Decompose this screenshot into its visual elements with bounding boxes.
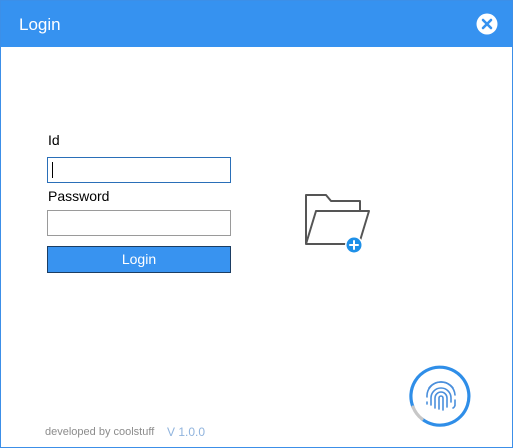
window-title: Login — [19, 15, 61, 34]
password-label: Password — [48, 188, 110, 204]
developer-credit: developed by coolstuff — [45, 426, 155, 438]
fingerprint-icon[interactable] — [406, 361, 476, 431]
close-icon[interactable] — [476, 13, 498, 35]
title-bar: Login — [1, 1, 512, 47]
login-button[interactable]: Login — [47, 246, 231, 273]
id-label: Id — [48, 132, 60, 148]
password-input[interactable] — [47, 210, 231, 236]
text-caret — [52, 162, 53, 178]
version-label: V 1.0.0 — [167, 425, 206, 439]
id-input[interactable] — [47, 157, 231, 183]
login-window: Login Id Password Login developed by coo… — [0, 0, 513, 448]
folder-add-icon[interactable] — [302, 189, 372, 257]
